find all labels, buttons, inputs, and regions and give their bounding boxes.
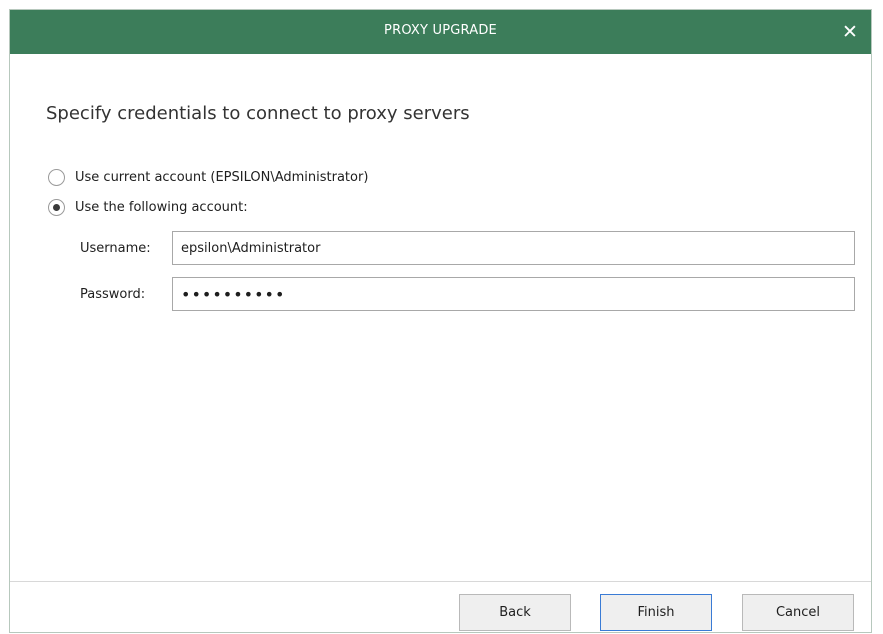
- close-icon[interactable]: ✕: [837, 19, 863, 45]
- password-field[interactable]: [172, 277, 855, 311]
- back-button[interactable]: Back: [459, 594, 571, 631]
- proxy-upgrade-dialog: PROXY UPGRADE ✕ Specify credentials to c…: [9, 9, 872, 633]
- password-label: Password:: [80, 287, 146, 302]
- dialog-footer: Back Finish Cancel: [10, 581, 871, 632]
- page-heading: Specify credentials to connect to proxy …: [46, 103, 470, 124]
- finish-button[interactable]: Finish: [600, 594, 712, 631]
- radio-use-current-account[interactable]: Use current account (EPSILON\Administrat…: [48, 167, 368, 187]
- radio-use-following-account[interactable]: Use the following account:: [48, 197, 248, 217]
- radio-label-following: Use the following account:: [75, 199, 248, 215]
- radio-label-current: Use current account (EPSILON\Administrat…: [75, 169, 369, 185]
- radio-button-icon[interactable]: [48, 168, 65, 186]
- radio-button-selected-icon[interactable]: [48, 198, 65, 216]
- cancel-button[interactable]: Cancel: [742, 594, 854, 631]
- username-field[interactable]: [172, 231, 855, 265]
- title-bar: PROXY UPGRADE ✕: [10, 10, 871, 54]
- username-label: Username:: [80, 241, 151, 256]
- dialog-title: PROXY UPGRADE: [384, 23, 497, 38]
